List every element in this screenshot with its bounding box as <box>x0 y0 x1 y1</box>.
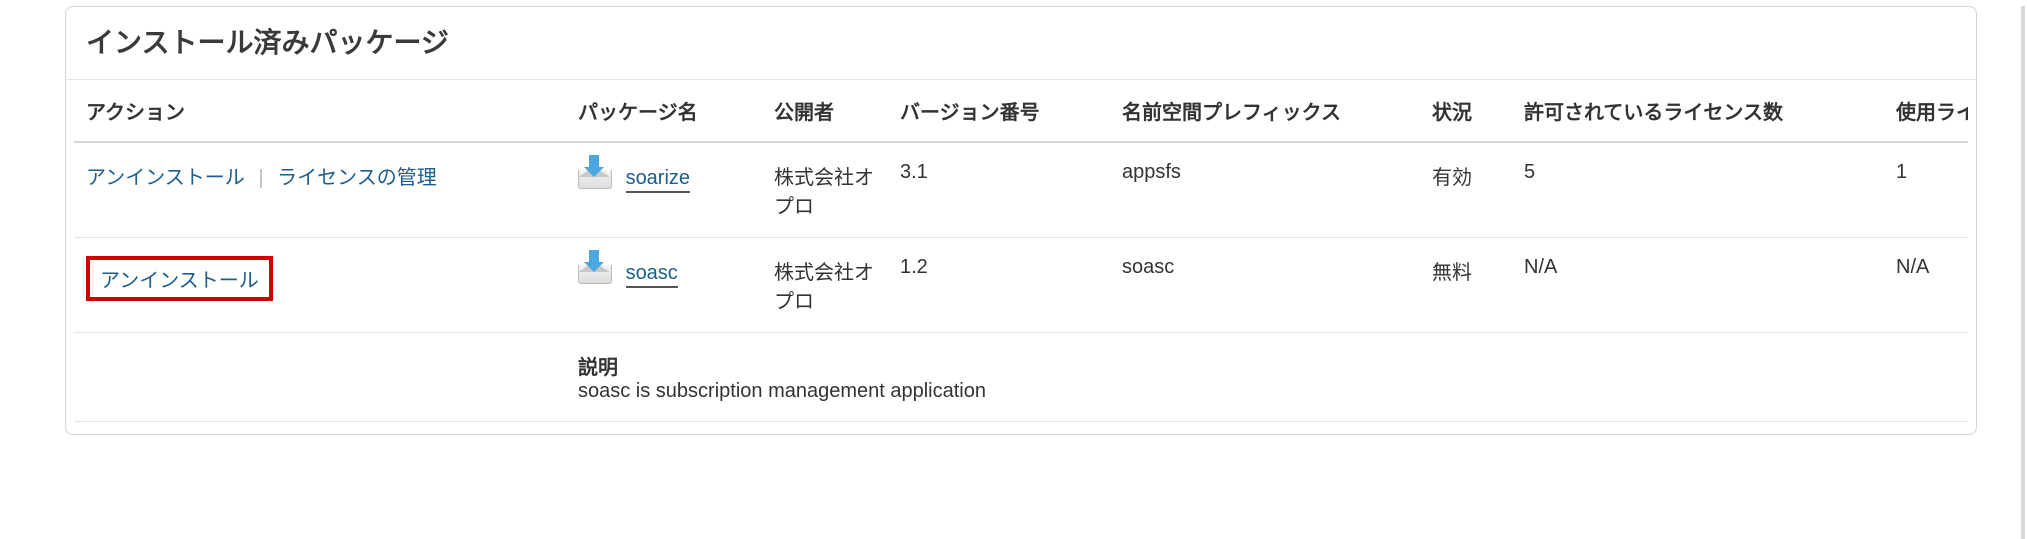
col-licenses: 許可されているライセンス数 <box>1512 80 1884 142</box>
table-header-row: アクション パッケージ名 公開者 バージョン番号 名前空間プレフィックス 状況 … <box>74 80 1968 142</box>
cell-namespace: appsfs <box>1110 142 1420 238</box>
col-version: バージョン番号 <box>888 80 1110 142</box>
cell-licenses: 5 <box>1512 142 1884 238</box>
desc-cell: 説明 soasc is subscription management appl… <box>566 333 1968 422</box>
col-namespace: 名前空間プレフィックス <box>1110 80 1420 142</box>
table-row: アンインストール | ライセンスの管理 soarize 株式会社オプロ 3.1 <box>74 142 1968 238</box>
package-name-link[interactable]: soasc <box>626 262 678 285</box>
cell-namespace: soasc <box>1110 238 1420 333</box>
cell-status: 無料 <box>1420 238 1512 333</box>
cell-status: 有効 <box>1420 142 1512 238</box>
desc-spacer <box>74 333 566 422</box>
cell-licenses: N/A <box>1512 238 1884 333</box>
cell-version: 1.2 <box>888 238 1110 333</box>
panel-title: インストール済みパッケージ <box>66 7 1976 80</box>
cell-used: N/A <box>1884 238 1968 333</box>
uninstall-link[interactable]: アンインストール <box>100 270 259 292</box>
description-row: 説明 soasc is subscription management appl… <box>74 333 1968 422</box>
cell-action: アンインストール <box>74 238 566 333</box>
action-separator: | <box>250 167 271 189</box>
installed-packages-panel: インストール済みパッケージ アクション パッケージ名 公開者 バージョン番号 名… <box>65 6 1977 435</box>
download-icon <box>578 256 610 290</box>
right-border-decoration <box>2021 6 2025 539</box>
description-label: 説明 <box>578 351 1968 380</box>
download-icon <box>578 161 610 195</box>
col-status: 状況 <box>1420 80 1512 142</box>
manage-licenses-link[interactable]: ライセンスの管理 <box>277 167 437 189</box>
cell-version: 3.1 <box>888 142 1110 238</box>
uninstall-link[interactable]: アンインストール <box>86 167 245 189</box>
cell-package-name: soarize <box>566 142 762 238</box>
col-publisher: 公開者 <box>762 80 888 142</box>
highlighted-uninstall: アンインストール <box>86 256 273 301</box>
packages-table: アクション パッケージ名 公開者 バージョン番号 名前空間プレフィックス 状況 … <box>74 80 1968 422</box>
col-action: アクション <box>74 80 566 142</box>
description-text: soasc is subscription management applica… <box>578 380 1968 403</box>
cell-package-name: soasc <box>566 238 762 333</box>
table-row: アンインストール soasc 株式会社オプロ 1.2 soasc 無料 <box>74 238 1968 333</box>
cell-used: 1 <box>1884 142 1968 238</box>
col-used: 使用ライセ <box>1884 80 1968 142</box>
viewport: インストール済みパッケージ アクション パッケージ名 公開者 バージョン番号 名… <box>0 6 2027 539</box>
col-package-name: パッケージ名 <box>566 80 762 142</box>
package-name-link[interactable]: soarize <box>626 167 690 190</box>
cell-action: アンインストール | ライセンスの管理 <box>74 142 566 238</box>
cell-publisher: 株式会社オプロ <box>762 142 888 238</box>
cell-publisher: 株式会社オプロ <box>762 238 888 333</box>
table-scroll-container[interactable]: アクション パッケージ名 公開者 バージョン番号 名前空間プレフィックス 状況 … <box>74 80 1968 422</box>
